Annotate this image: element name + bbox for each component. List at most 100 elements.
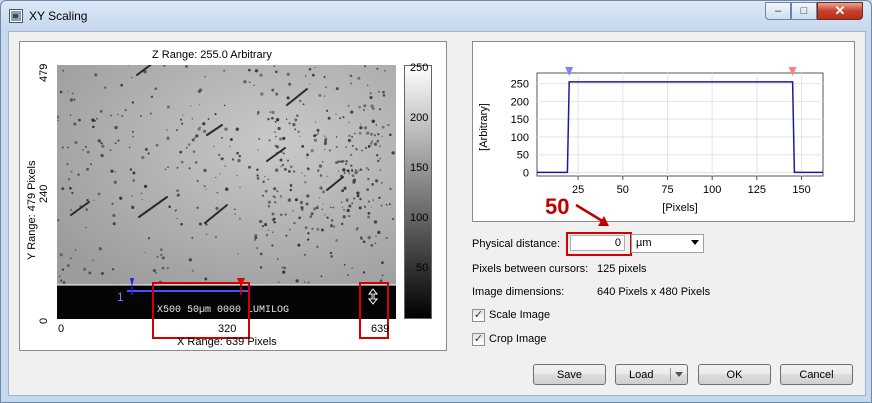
ok-button[interactable]: OK [698,364,771,385]
defect-dot [320,275,323,278]
defect-dot [301,172,303,174]
defect-dot [371,183,375,186]
defect-dot [272,231,274,234]
defect-dot [292,122,296,127]
crop-image-checkbox[interactable]: ✓ [472,333,485,346]
defect-dot [149,112,152,115]
defect-dot [279,158,283,162]
defect-dot [280,213,283,216]
close-icon: ✕ [834,3,846,18]
defect-dot [131,195,133,197]
defect-dot [129,168,133,171]
defect-dot [261,194,264,197]
chart-x-tick-label: 50 [617,184,629,196]
defect-dot [376,154,379,157]
defect-dot [175,209,178,211]
save-button[interactable]: Save [533,364,606,385]
defect-dot [284,213,287,216]
defect-dot [378,196,381,199]
unit-select[interactable]: µm [631,234,704,253]
defect-dot [306,157,308,159]
defect-dot [358,132,362,135]
defect-dot [74,141,78,145]
defect-dot [203,129,207,133]
defect-dot [320,228,324,232]
defect-dot [275,118,280,122]
defect-dot [326,216,329,219]
cancel-button[interactable]: Cancel [780,364,853,385]
defect-dot [303,253,306,256]
app-icon [9,9,23,23]
profile-chart[interactable]: 250200150100500 25 50 75 100 125 150 [Arbitra… [473,42,854,221]
defect-dot [323,76,326,78]
defect-dot [275,168,279,172]
defect-dot [160,248,163,251]
defect-dot [301,145,305,148]
defect-dot [303,174,306,177]
defect-dot [351,144,354,147]
defect-dot [275,135,277,138]
minimize-button[interactable]: – [765,2,791,20]
dialog-body: Z Range: 255.0 Arbitrary 1 X500 50µm 000… [8,31,866,396]
defect-dot [388,203,391,206]
micrograph-image[interactable]: 1 X500 50µm 0000 LUMILOG [57,65,396,319]
defect-dot [113,180,117,184]
defect-dot [128,146,131,149]
close-button[interactable]: ✕ [817,2,863,20]
defect-dot [330,219,334,222]
defect-dot [382,94,386,97]
defect-dot [364,146,368,150]
defect-dot [154,87,158,91]
defect-dot [147,152,150,155]
chart-x-tick-label: 75 [661,184,673,196]
defect-dot [267,229,269,231]
defect-dot [101,144,105,148]
defect-dot [328,149,331,152]
defect-dot [320,187,323,190]
defect-dot [379,145,381,147]
title-bar[interactable]: XY Scaling – □ ✕ [1,1,871,31]
defect-dot [161,266,165,270]
defect-dot [68,178,71,181]
defect-dot [273,187,277,191]
defect-dot [370,104,374,108]
physical-distance-input[interactable] [570,235,625,251]
defect-dot [346,208,350,213]
defect-dot [70,257,72,259]
annotation-arrow-icon [575,203,609,226]
defect-dot [376,67,379,70]
y-tick-label: 240 [38,184,50,203]
defect-dot [382,90,385,94]
defect-dot [371,119,375,123]
defect-dot [367,84,369,86]
defect-dot [367,211,371,215]
defect-dot [288,82,292,86]
defect-dot [131,76,133,79]
defect-dot [381,182,383,184]
defect-dot [182,114,184,116]
defect-dot [67,90,69,93]
defect-dot [86,199,89,202]
y-tick-label: 0 [38,317,50,324]
defect-dot [340,201,343,204]
defect-dot [69,114,72,116]
crop-image-label[interactable]: Crop Image [489,333,546,345]
defect-dot [164,168,167,171]
defect-dot [99,110,103,113]
chart-y-tick-label: 250 [511,79,529,91]
defect-dot [302,103,305,106]
defect-dot [198,222,202,226]
defect-dot [132,171,136,175]
load-dropdown-arrow-icon[interactable] [675,372,683,377]
defect-dot [293,170,296,173]
defect-dot [229,138,233,141]
defect-dot [74,249,77,251]
defect-dot [353,197,356,200]
maximize-button[interactable]: □ [791,2,817,20]
defect-dot [196,179,199,183]
scale-image-label[interactable]: Scale Image [489,309,550,321]
defect-dot [347,274,350,276]
scale-image-checkbox[interactable]: ✓ [472,309,485,322]
load-button[interactable]: Load [615,364,688,385]
defect-dot [66,264,70,267]
